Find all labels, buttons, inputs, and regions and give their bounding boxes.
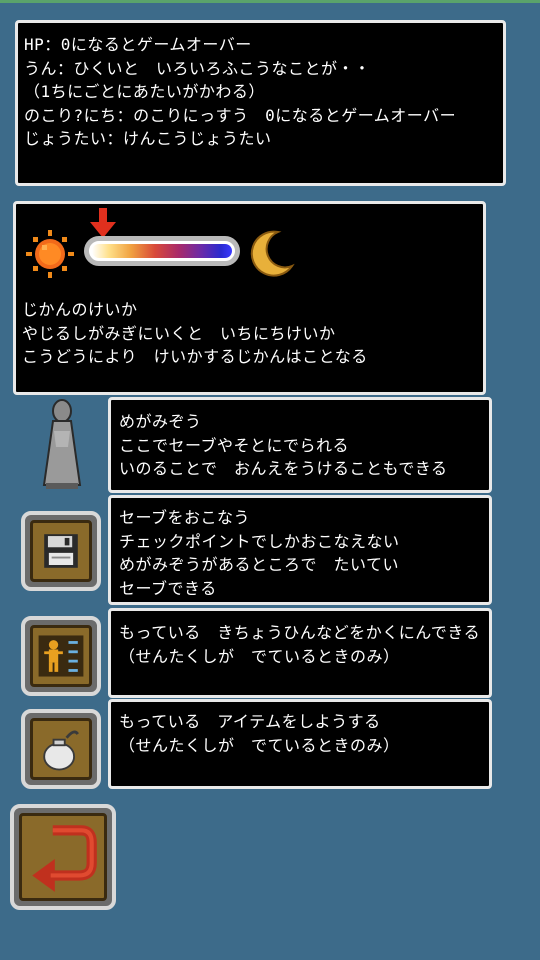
back-button-face (19, 813, 107, 901)
time-arrow-line: やじるしがみぎにいくと いちにちけいか (22, 323, 336, 343)
save-button[interactable] (21, 511, 101, 591)
statue-desc-line-1: ここでセーブやそとにでられる (119, 435, 350, 455)
item-desc-line-1: もっている アイテムをしようする (119, 712, 381, 731)
save-button-face (30, 520, 92, 582)
item-info-panel: もっている アイテムをしようする （せんたくしが でているときのみ） (108, 699, 492, 789)
days-left-info-line: のこり?にち：のこりにっすう 0になるとゲームオーバー (24, 105, 457, 125)
luck-info-line: うん：ひくいと いろいろふこうなことが・・ (24, 58, 371, 78)
time-progress-gradient (92, 244, 232, 258)
luck-note-line: （1ちにごとにあたいがかわる） (24, 82, 265, 101)
save-info-panel: セーブをおこなう チェックポイントでしかおこなえない めがみぞうがあるところで … (108, 495, 492, 605)
time-bar (22, 208, 477, 282)
status-info-panel: もっている きちょうひんなどをかくにんできる （せんたくしが でているときのみ） (108, 608, 492, 698)
item-button[interactable] (21, 709, 101, 789)
crescent-moon-icon (250, 230, 295, 277)
floppy-disk-icon (44, 534, 78, 568)
save-desc-line-2: めがみぞうがあるところで たいてい (119, 555, 400, 574)
time-info-panel: じかんのけいか やじるしがみぎにいくと いちにちけいか こうどうにより けいかす… (13, 201, 486, 395)
item-desc-line-2: （せんたくしが でているときのみ） (119, 735, 400, 755)
condition-info-line: じょうたい：けんこうじょうたい (24, 129, 272, 148)
time-title-line: じかんのけいか (22, 300, 138, 319)
statue-desc-line-2: いのることで おんえをうけることもできる (119, 459, 448, 478)
status-button[interactable] (21, 616, 101, 696)
status-desc-line-1: もっている きちょうひんなどをかくにんできる (119, 623, 481, 642)
hp-info-panel: HP：0になるとゲームオーバー うん：ひくいと いろいろふこうなことが・・ （1… (15, 20, 506, 186)
character-status-icon (38, 635, 84, 677)
time-progress-bar (84, 236, 240, 266)
save-title-line: セーブをおこなう (119, 508, 251, 527)
status-desc-line-2: （せんたくしが でているときのみ） (119, 646, 400, 666)
time-action-line: こうどうにより けいかするじかんはことなる (22, 347, 368, 366)
statue-title-line: めがみぞう (119, 412, 202, 431)
item-button-face (30, 718, 92, 780)
return-arrow-icon (32, 825, 97, 892)
back-button[interactable] (10, 804, 116, 910)
status-button-face (30, 625, 92, 687)
sun-icon (26, 230, 74, 278)
goddess-statue-icon (42, 399, 82, 489)
down-arrow-icon (89, 208, 116, 238)
save-desc-line-3: セーブできる (119, 578, 217, 598)
hp-info-line: HP：0になるとゲームオーバー (24, 35, 252, 54)
item-bag-icon (43, 730, 79, 771)
top-border-line (0, 0, 540, 3)
save-desc-line-1: チェックポイントでしかおこなえない (119, 531, 400, 551)
statue-info-panel: めがみぞう ここでセーブやそとにでられる いのることで おんえをうけることもでき… (108, 397, 492, 493)
